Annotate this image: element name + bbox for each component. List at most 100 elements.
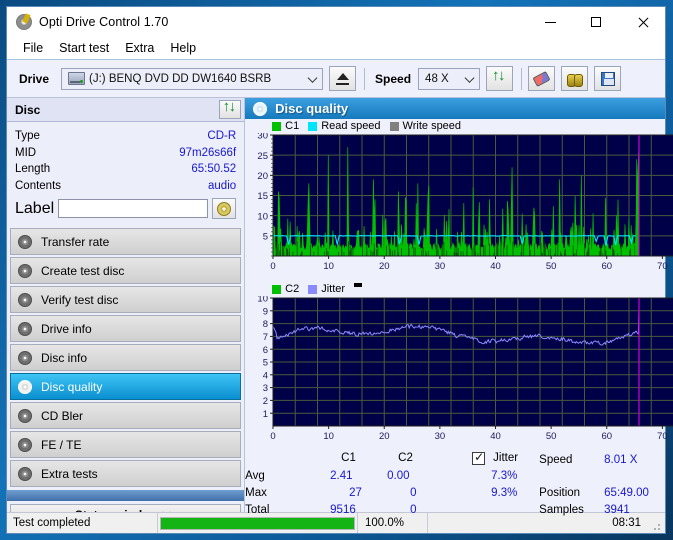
drive-select[interactable]: (J:) BENQ DVD DD DW1640 BSRB xyxy=(61,67,324,90)
menu-start-test[interactable]: Start test xyxy=(51,39,117,57)
disc-label-label: Label xyxy=(15,199,55,217)
minimize-icon xyxy=(544,21,556,23)
refresh-icon xyxy=(223,98,238,117)
svg-text:7: 7 xyxy=(263,332,268,343)
scan-button[interactable] xyxy=(561,66,589,91)
maximize-icon xyxy=(591,17,601,27)
svg-text:0: 0 xyxy=(271,261,276,272)
c2-jitter-chart[interactable]: 123456789102%4%6%8%10%01020304050607080m… xyxy=(245,296,673,448)
sidebar-item-verify-test-disc[interactable]: Verify test disc xyxy=(10,286,242,313)
eject-button[interactable] xyxy=(329,66,357,91)
disc-icon xyxy=(18,408,32,423)
eject-icon-bar xyxy=(336,82,350,85)
stats-avg-jitter: 7.3% xyxy=(491,470,518,482)
chart1-legend: C1 Read speed Write speed xyxy=(245,119,665,133)
disc-refresh-button[interactable] xyxy=(219,98,242,119)
nav-list: Transfer rate Create test disc Verify te… xyxy=(7,226,244,489)
legend-swatch-write-speed xyxy=(389,121,399,131)
status-message: Test completed xyxy=(13,517,91,529)
stats-max-c1: 27 xyxy=(349,487,362,499)
sidebar-item-label: Transfer rate xyxy=(41,234,110,249)
sidebar: Disc Type CD-R MID 97m26s66f Length 65:5… xyxy=(7,98,246,525)
minimize-button[interactable] xyxy=(527,7,573,37)
drive-label: Drive xyxy=(19,71,50,86)
maximize-button[interactable] xyxy=(573,7,619,37)
chart2-legend: C2 Jitter xyxy=(245,282,665,296)
sidebar-accent-bar xyxy=(7,490,245,501)
svg-text:40: 40 xyxy=(490,261,501,272)
sidebar-item-label: Disc quality xyxy=(41,379,103,394)
resize-grip[interactable] xyxy=(651,513,665,533)
samples-stat-label: Samples xyxy=(539,504,584,516)
sidebar-item-label: Verify test disc xyxy=(41,292,119,307)
sidebar-item-fe-te[interactable]: FE / TE xyxy=(10,431,242,458)
charts-area: C1 Read speed Write speed 510152025308 X… xyxy=(245,119,673,448)
c1-chart[interactable]: 510152025308 X16 X24 X32 X40 X48 X010203… xyxy=(245,133,673,278)
stats-total-c1: 9516 xyxy=(330,504,356,516)
disc-info: Type CD-R MID 97m26s66f Length 65:50.52 … xyxy=(7,122,244,226)
disc-type-value: CD-R xyxy=(207,130,237,142)
svg-text:20: 20 xyxy=(379,261,390,272)
legend-label-read-speed: Read speed xyxy=(321,120,381,132)
disc-length-label: Length xyxy=(15,163,51,175)
save-button[interactable] xyxy=(594,66,622,91)
svg-text:40: 40 xyxy=(490,431,501,442)
jitter-checkbox[interactable] xyxy=(472,450,486,465)
optical-drive-icon xyxy=(68,72,86,85)
speed-select-value: 48 X xyxy=(425,72,449,85)
disc-quality-icon xyxy=(253,101,268,116)
menu-file[interactable]: File xyxy=(15,39,51,57)
disc-mid-label: MID xyxy=(15,146,37,159)
stats-header-c1: C1 xyxy=(341,452,356,464)
svg-text:60: 60 xyxy=(602,261,613,272)
disc-label-apply-button[interactable] xyxy=(212,198,237,219)
svg-text:5: 5 xyxy=(263,231,268,242)
svg-text:15: 15 xyxy=(258,191,269,202)
svg-text:50: 50 xyxy=(546,261,557,272)
sidebar-item-create-test-disc[interactable]: Create test disc xyxy=(10,257,242,284)
sidebar-item-extra-tests[interactable]: Extra tests xyxy=(10,460,242,487)
sidebar-item-disc-quality[interactable]: Disc quality xyxy=(10,373,242,400)
sidebar-item-disc-info[interactable]: Disc info xyxy=(10,344,242,371)
stats-max-c2: 0 xyxy=(410,487,417,499)
speed-select[interactable]: 48 X xyxy=(418,67,481,90)
speed-label: Speed xyxy=(375,71,412,86)
disc-icon xyxy=(18,292,32,307)
disc-label-input[interactable] xyxy=(58,199,209,218)
refresh-speed-button[interactable] xyxy=(486,66,514,91)
svg-text:30: 30 xyxy=(435,261,446,272)
position-stat-value: 65:49.00 xyxy=(604,487,649,499)
svg-text:8: 8 xyxy=(263,319,268,330)
svg-text:70: 70 xyxy=(657,431,668,442)
svg-text:10: 10 xyxy=(323,261,334,272)
svg-text:6: 6 xyxy=(263,345,268,356)
disc-icon xyxy=(18,466,32,481)
sidebar-item-label: FE / TE xyxy=(41,437,82,452)
legend-swatch-read-speed xyxy=(308,121,318,131)
window-controls xyxy=(527,7,665,37)
stats-max-jitter: 9.3% xyxy=(491,487,518,499)
menu-bar: File Start test Extra Help xyxy=(7,37,665,60)
samples-stat-value: 3941 xyxy=(604,504,630,516)
disc-icon xyxy=(18,321,32,336)
toolbar-divider-2 xyxy=(521,67,523,90)
menu-extra[interactable]: Extra xyxy=(117,39,162,57)
stats-header-c2: C2 xyxy=(398,452,413,464)
close-button[interactable] xyxy=(619,7,665,37)
stats-header-jitter: Jitter xyxy=(493,452,519,464)
page-title: Disc quality xyxy=(275,101,349,116)
disc-label-row: Label xyxy=(15,198,237,219)
erase-button[interactable] xyxy=(528,66,556,91)
disc-icon xyxy=(18,437,32,452)
legend-label-jitter: Jitter xyxy=(321,283,346,295)
sidebar-item-drive-info[interactable]: Drive info xyxy=(10,315,242,342)
legend-label-write-speed: Write speed xyxy=(402,120,462,132)
svg-text:5: 5 xyxy=(263,358,268,369)
menu-help[interactable]: Help xyxy=(162,39,204,57)
svg-text:20: 20 xyxy=(258,171,269,182)
disc-icon xyxy=(18,379,32,394)
sidebar-item-cd-bler[interactable]: CD Bler xyxy=(10,402,242,429)
svg-text:70: 70 xyxy=(657,261,668,272)
disc-contents-value: audio xyxy=(208,179,237,192)
sidebar-item-transfer-rate[interactable]: Transfer rate xyxy=(10,228,242,255)
